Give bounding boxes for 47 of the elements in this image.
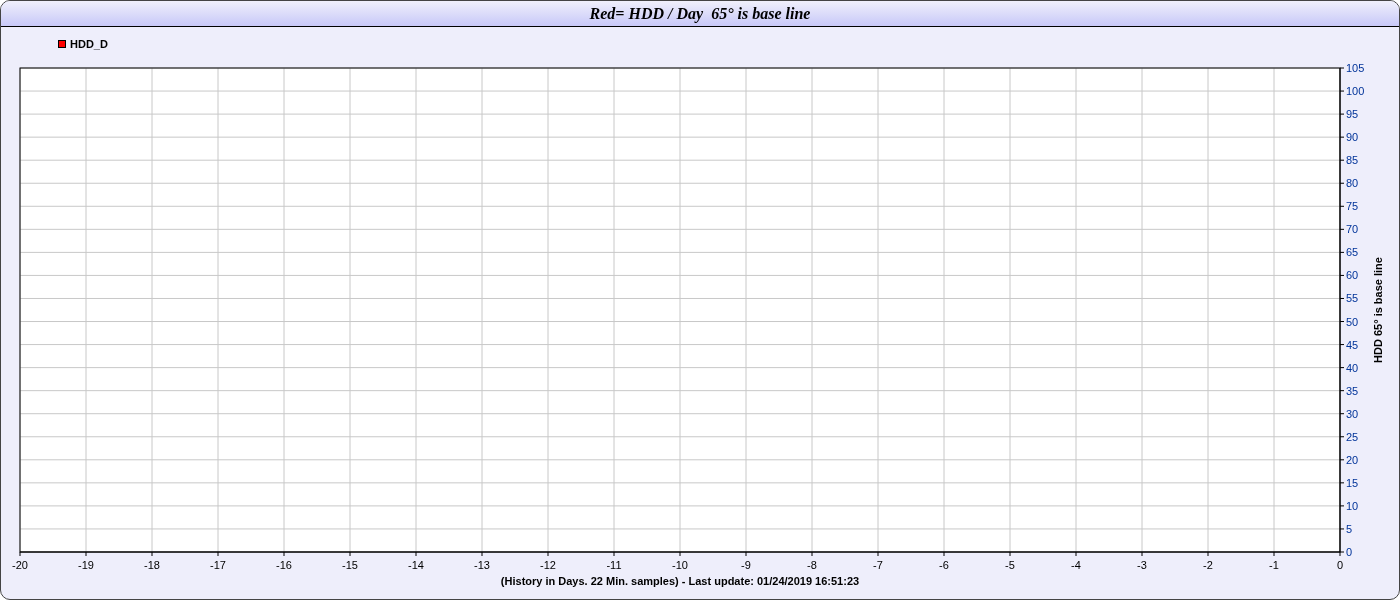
x-tick-label: -8: [807, 559, 817, 571]
y-tick-label: 100: [1346, 85, 1365, 98]
x-tick-label: -6: [939, 559, 949, 571]
x-tick-label: -16: [276, 559, 292, 571]
y-tick-label: 45: [1346, 338, 1359, 351]
y-tick-label: 40: [1346, 361, 1359, 374]
y-tick-label: 65: [1346, 246, 1359, 259]
y-tick-label: 5: [1346, 522, 1353, 535]
x-tick-label: -9: [741, 559, 751, 571]
y-tick-label: 105: [1346, 62, 1365, 74]
chart-title: Red= HDD / Day 65° is base line: [589, 3, 811, 25]
x-tick-label: -12: [540, 559, 556, 571]
y-tick-label: 25: [1346, 430, 1359, 443]
y-tick-label: 80: [1346, 177, 1359, 190]
x-tick-label: -18: [144, 559, 160, 571]
x-tick-label: -11: [606, 559, 622, 571]
x-tick-label: -1: [1269, 559, 1279, 571]
x-tick-label: -14: [408, 559, 424, 571]
x-axis-title: (History in Days. 22 Min. samples) - Last update: 01/24/2019 16:51:23: [500, 575, 860, 587]
y-tick-label: 75: [1346, 200, 1359, 213]
y-tick-label: 0: [1346, 546, 1353, 558]
x-tick-label: -19: [78, 559, 94, 571]
y-tick-label: 60: [1346, 269, 1359, 282]
x-tick-label: -15: [342, 559, 358, 571]
y-tick-label: 10: [1346, 499, 1359, 512]
x-tick-label: -3: [1137, 559, 1147, 571]
y-tick-label: 20: [1346, 453, 1359, 466]
y-tick-label: 90: [1346, 131, 1359, 144]
y-tick-label: 55: [1346, 292, 1359, 305]
x-tick-label: -4: [1071, 559, 1081, 571]
x-tick-label: -10: [672, 559, 688, 571]
x-tick-label: -7: [873, 559, 883, 571]
x-tick-label: 0: [1336, 559, 1344, 571]
y-tick-label: 50: [1346, 315, 1359, 328]
y-axis-title: HDD 65° is base line: [1372, 257, 1384, 363]
x-tick-label: -2: [1203, 559, 1213, 571]
y-tick-label: 70: [1346, 223, 1359, 236]
x-tick-label: -13: [474, 559, 490, 571]
y-tick-label: 85: [1346, 154, 1359, 167]
x-tick-label: -20: [12, 559, 28, 571]
legend-label: HDD_D: [70, 38, 108, 50]
y-tick-label: 95: [1346, 108, 1359, 121]
y-tick-label: 15: [1346, 476, 1359, 489]
y-tick-label: 35: [1346, 384, 1359, 397]
x-tick-label: -17: [210, 559, 226, 571]
y-tick-label: 30: [1346, 407, 1359, 420]
x-tick-label: -5: [1005, 559, 1015, 571]
